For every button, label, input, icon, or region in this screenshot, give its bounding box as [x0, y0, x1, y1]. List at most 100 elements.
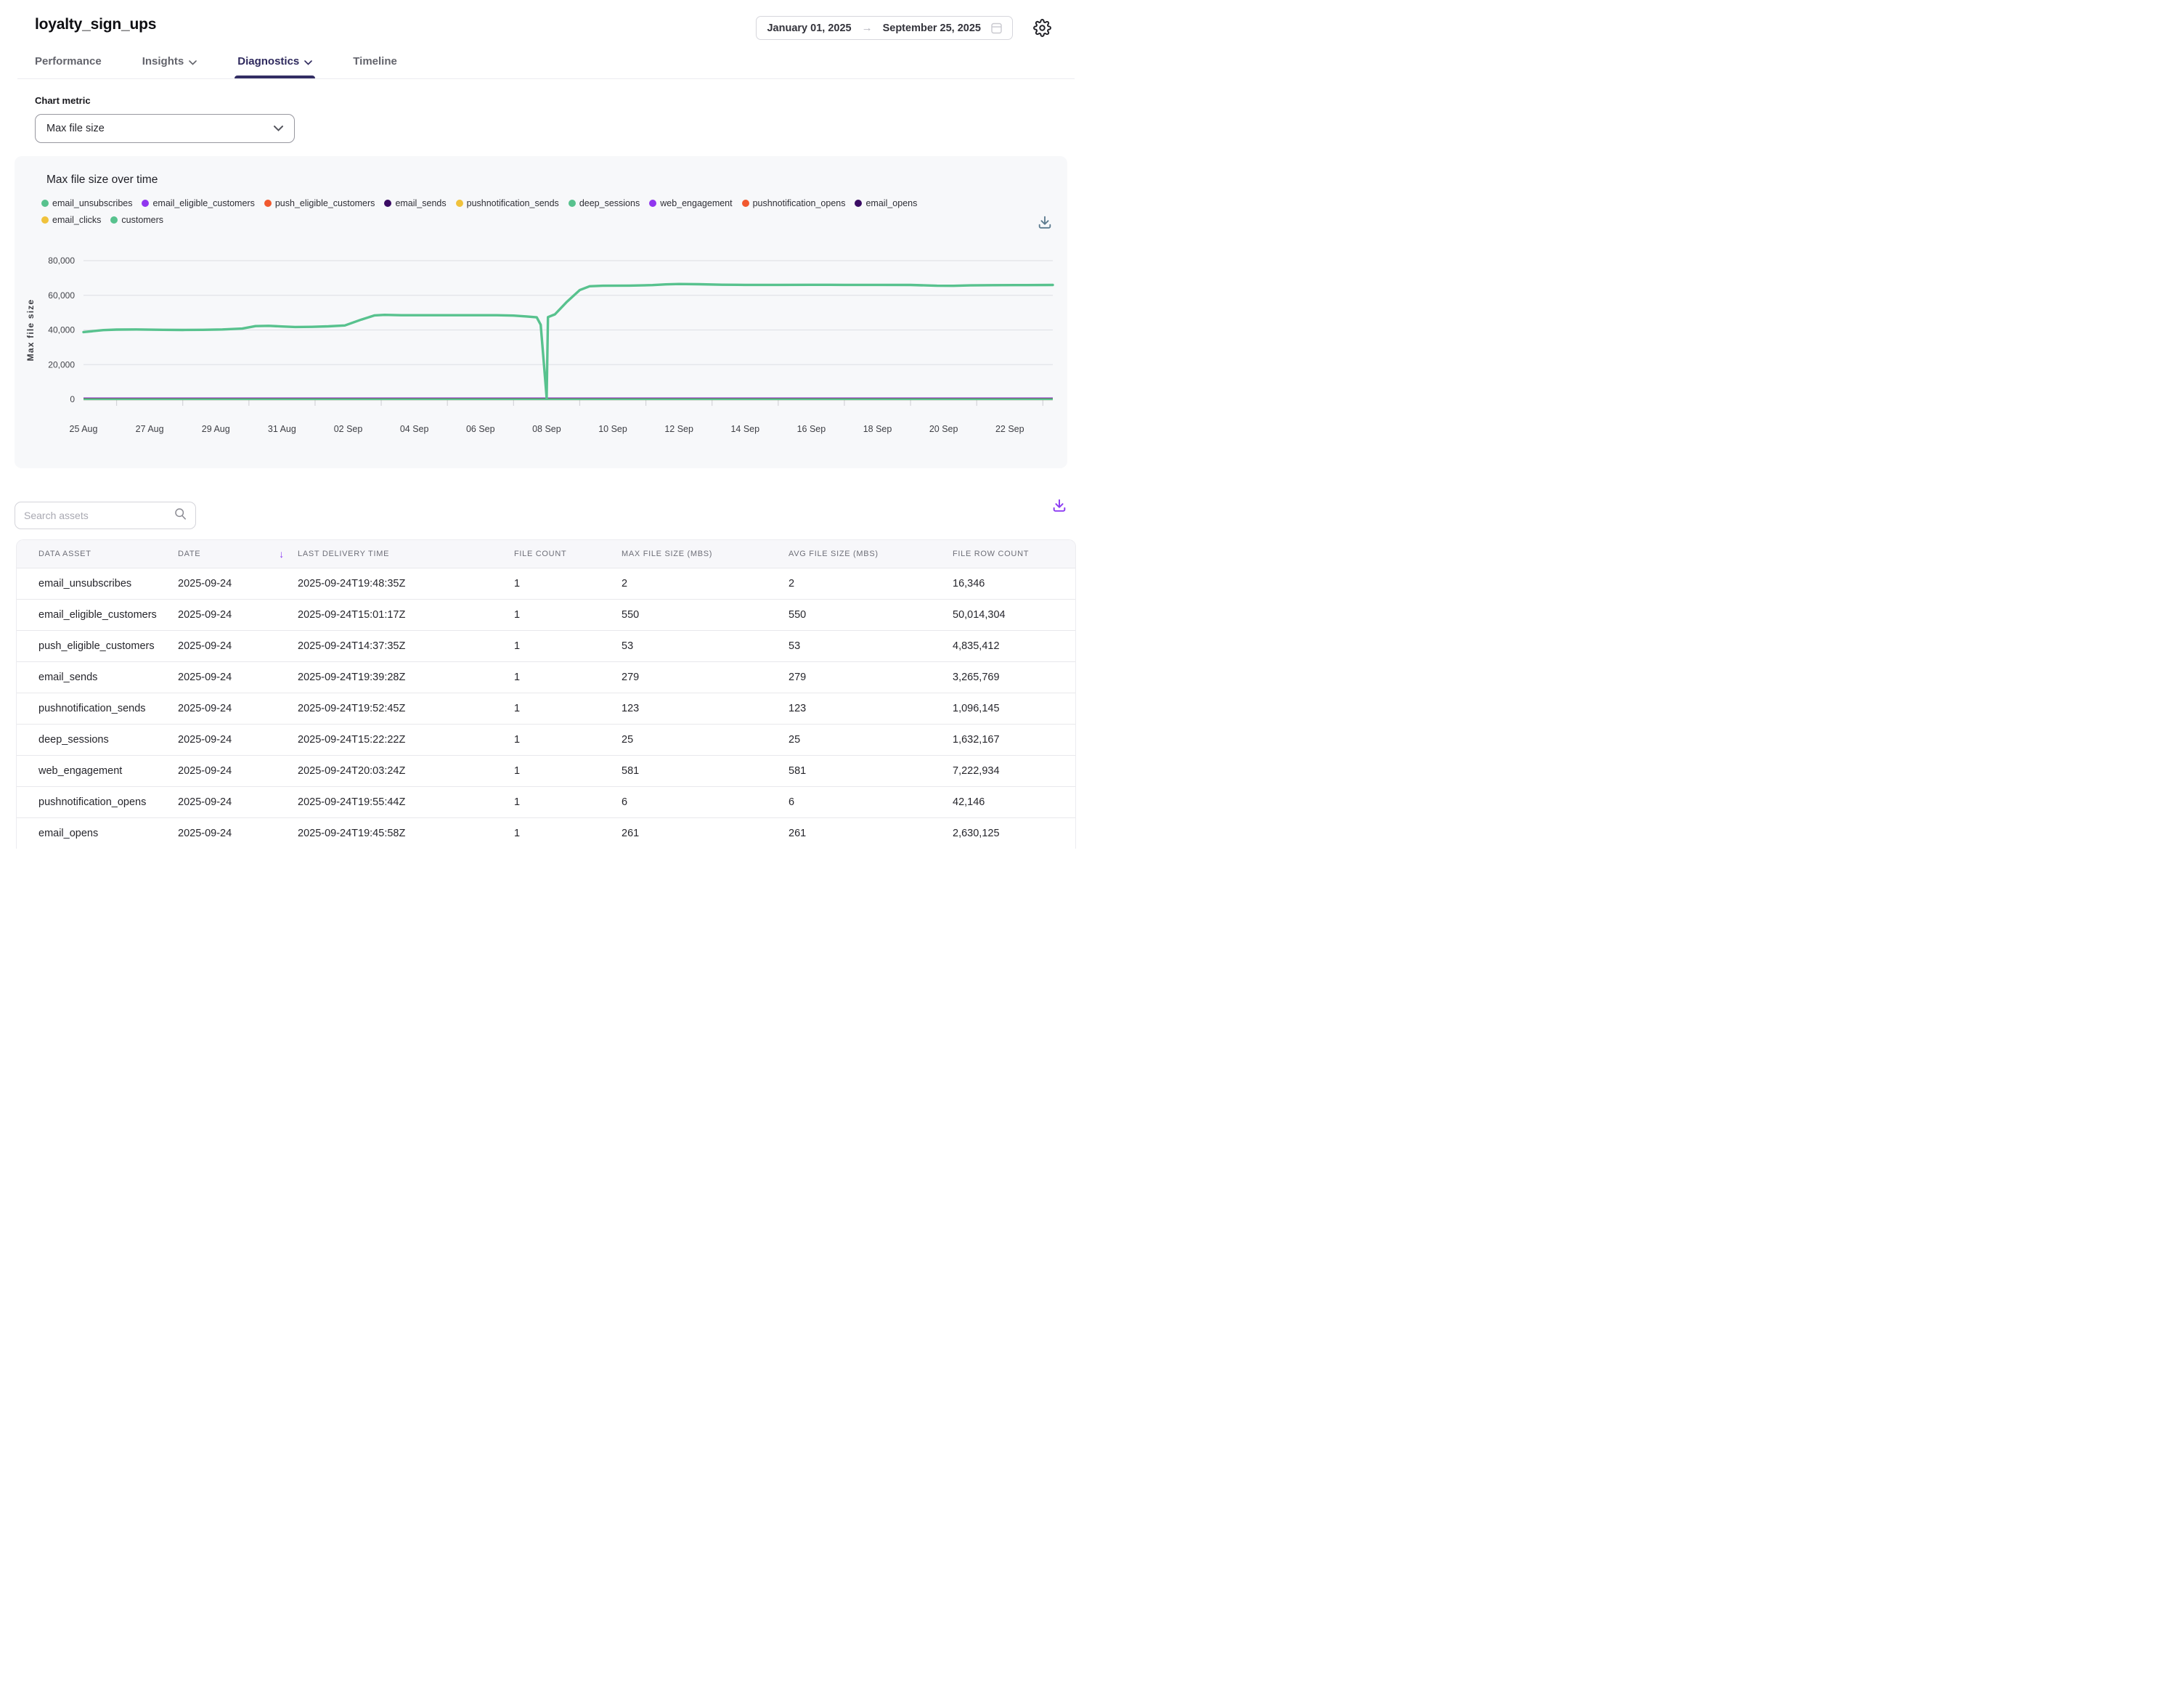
search-input[interactable] [24, 510, 174, 521]
legend-item-pushnotification_opens[interactable]: pushnotification_opens [742, 198, 846, 208]
table-row-push_eligible_customers[interactable]: push_eligible_customers2025-09-242025-09… [17, 630, 1076, 661]
legend-item-email_sends[interactable]: email_sends [384, 198, 446, 208]
table-cell: 2025-09-24T15:22:22Z [289, 724, 505, 755]
table-cell: 1 [505, 630, 613, 661]
table-cell: 7,222,934 [944, 755, 1076, 786]
assets-table: Data asset Date ↓ Last delivery timeFile co… [16, 539, 1076, 849]
column-header-max-file-size-mbs-[interactable]: Max file size (MBs) [613, 540, 780, 568]
column-header-label: Date [178, 550, 200, 558]
x-tick-label: 10 Sep [598, 424, 627, 434]
table-cell: 2025-09-24T19:39:28Z [289, 661, 505, 693]
table-row-pushnotification_opens[interactable]: pushnotification_opens2025-09-242025-09-… [17, 786, 1076, 817]
table-cell: web_engagement [17, 755, 169, 786]
legend-label: deep_sessions [579, 198, 640, 208]
column-header-file-row-count[interactable]: File row count [944, 540, 1076, 568]
column-header-last-delivery-time[interactable]: Last delivery time [289, 540, 505, 568]
legend-dot [649, 200, 656, 207]
table-row-email_sends[interactable]: email_sends2025-09-242025-09-24T19:39:28… [17, 661, 1076, 693]
table-row-email_opens[interactable]: email_opens2025-09-242025-09-24T19:45:58… [17, 817, 1076, 849]
x-tick-label: 16 Sep [797, 424, 826, 434]
table-download-icon[interactable] [1051, 497, 1067, 513]
x-tick-label: 04 Sep [400, 424, 429, 434]
column-header-data-asset[interactable]: Data asset [17, 540, 169, 568]
settings-gear-icon[interactable] [1033, 19, 1051, 37]
chart-metric-select[interactable]: Max file size [35, 114, 295, 143]
table-cell: 42,146 [944, 786, 1076, 817]
table-row-email_unsubscribes[interactable]: email_unsubscribes2025-09-242025-09-24T1… [17, 568, 1076, 599]
chart-metric-label: Chart metric [35, 95, 1057, 106]
date-range-arrow-icon: → [862, 22, 873, 34]
table-cell: 1 [505, 568, 613, 599]
search-assets-box[interactable] [15, 502, 196, 529]
tab-diagnostics[interactable]: Diagnostics [237, 54, 312, 78]
table-cell: 1 [505, 755, 613, 786]
page-title: loyalty_sign_ups [35, 16, 156, 33]
legend-label: email_opens [865, 198, 917, 208]
table-row-email_eligible_customers[interactable]: email_eligible_customers2025-09-242025-0… [17, 599, 1076, 630]
chart-card: Max file size over time email_unsubscrib… [15, 156, 1067, 468]
legend-item-email_eligible_customers[interactable]: email_eligible_customers [142, 198, 254, 208]
column-header-date[interactable]: Date ↓ [169, 540, 289, 568]
table-cell: email_opens [17, 817, 169, 849]
table-cell: 123 [780, 693, 944, 724]
y-tick-label: 60,000 [48, 290, 75, 301]
table-cell: 550 [613, 599, 780, 630]
x-tick-label: 18 Sep [863, 424, 892, 434]
column-header-avg-file-size-mbs-[interactable]: Avg file size (MBs) [780, 540, 944, 568]
date-range-end[interactable]: September 25, 2025 [883, 23, 981, 34]
table-cell: 2025-09-24 [169, 693, 289, 724]
chart-download-icon[interactable] [1037, 214, 1053, 230]
legend-dot [264, 200, 272, 207]
legend-dot [110, 216, 118, 224]
line-chart-plot[interactable]: 020,00040,00060,00080,000Max file size25… [15, 249, 1067, 468]
legend-item-customers[interactable]: customers [110, 215, 163, 225]
y-tick-label: 20,000 [48, 359, 75, 370]
table-row-deep_sessions[interactable]: deep_sessions2025-09-242025-09-24T15:22:… [17, 724, 1076, 755]
table-cell: 279 [780, 661, 944, 693]
date-range-start[interactable]: January 01, 2025 [767, 23, 851, 34]
legend-item-email_opens[interactable]: email_opens [855, 198, 917, 208]
x-tick-label: 20 Sep [929, 424, 958, 434]
table-cell: 1 [505, 724, 613, 755]
x-tick-label: 06 Sep [466, 424, 495, 434]
table-cell: 2025-09-24 [169, 599, 289, 630]
column-header-file-count[interactable]: File count [505, 540, 613, 568]
y-tick-label: 40,000 [48, 325, 75, 335]
legend-item-email_unsubscribes[interactable]: email_unsubscribes [41, 198, 132, 208]
legend-item-push_eligible_customers[interactable]: push_eligible_customers [264, 198, 375, 208]
table-cell: 1 [505, 599, 613, 630]
legend-dot [41, 216, 49, 224]
table-cell: 25 [780, 724, 944, 755]
tab-insights[interactable]: Insights [142, 54, 197, 78]
table-cell: 581 [613, 755, 780, 786]
table-cell: email_sends [17, 661, 169, 693]
table-cell: 25 [613, 724, 780, 755]
x-tick-label: 12 Sep [664, 424, 693, 434]
table-cell: 50,014,304 [944, 599, 1076, 630]
legend-item-pushnotification_sends[interactable]: pushnotification_sends [456, 198, 559, 208]
table-cell: 2,630,125 [944, 817, 1076, 849]
table-cell: 1,632,167 [944, 724, 1076, 755]
y-axis-title: Max file size [25, 299, 36, 362]
legend-label: email_unsubscribes [52, 198, 132, 208]
table-cell: 3,265,769 [944, 661, 1076, 693]
legend-item-email_clicks[interactable]: email_clicks [41, 215, 101, 225]
tab-performance[interactable]: Performance [35, 54, 102, 78]
legend-item-web_engagement[interactable]: web_engagement [649, 198, 732, 208]
search-icon [174, 507, 187, 523]
page-header: loyalty_sign_ups January 01, 2025 → Sept… [0, 0, 1092, 40]
legend-item-deep_sessions[interactable]: deep_sessions [569, 198, 640, 208]
date-range-picker[interactable]: January 01, 2025 → September 25, 2025 [756, 16, 1013, 40]
table-cell: 6 [780, 786, 944, 817]
sort-descending-icon[interactable]: ↓ [279, 548, 285, 560]
table-cell: email_unsubscribes [17, 568, 169, 599]
x-tick-label: 02 Sep [334, 424, 363, 434]
table-cell: 1,096,145 [944, 693, 1076, 724]
tab-timeline[interactable]: Timeline [353, 54, 397, 78]
table-row-pushnotification_sends[interactable]: pushnotification_sends2025-09-242025-09-… [17, 693, 1076, 724]
table-cell: 2025-09-24 [169, 568, 289, 599]
x-tick-label: 14 Sep [730, 424, 759, 434]
table-row-web_engagement[interactable]: web_engagement2025-09-242025-09-24T20:03… [17, 755, 1076, 786]
chevron-down-icon [304, 56, 312, 68]
table-cell: pushnotification_opens [17, 786, 169, 817]
